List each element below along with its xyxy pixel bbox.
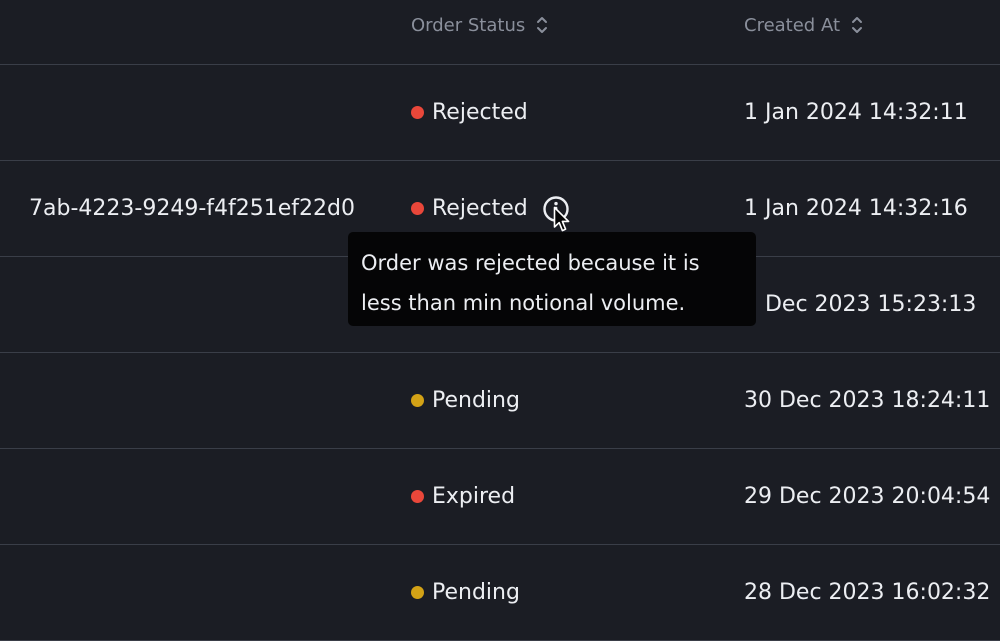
column-header-created-at-label: Created At (744, 14, 841, 36)
created-at-cell: 1 Jan 2024 14:32:11 (744, 100, 968, 125)
created-at-cell: 29 Dec 2023 20:04:54 (744, 484, 991, 509)
column-header-order-status[interactable]: Order Status (411, 12, 549, 38)
table-row[interactable]: Pending 28 Dec 2023 16:02:32 (0, 545, 1000, 641)
tooltip-line: less than min notional volume. (361, 291, 686, 315)
order-status-cell: Pending (411, 545, 520, 640)
status-label: Rejected (432, 196, 528, 221)
status-label: Pending (432, 580, 520, 605)
created-at-cell: 1 Jan 2024 14:32:16 (744, 196, 968, 221)
table-row[interactable]: Expired 29 Dec 2023 20:04:54 (0, 449, 1000, 545)
created-at-cell: 30 Dec 2023 18:24:11 (744, 388, 991, 413)
status-dot (411, 586, 424, 599)
orders-table: Order Status Created At Rejected 1 Jan 2… (0, 0, 1000, 641)
status-label: Expired (432, 484, 516, 509)
column-header-created-at[interactable]: Created At (744, 12, 864, 38)
column-header-order-status-label: Order Status (411, 14, 526, 36)
order-status-cell: Expired (411, 449, 515, 544)
table-row[interactable]: Pending 30 Dec 2023 18:24:11 (0, 353, 1000, 449)
sort-icon[interactable] (535, 14, 549, 36)
status-label: Rejected (432, 100, 528, 125)
status-dot (411, 490, 424, 503)
order-status-cell: Rejected (411, 65, 528, 160)
cursor-pointer-icon (553, 206, 570, 232)
status-label: Pending (432, 388, 520, 413)
status-dot (411, 394, 424, 407)
sort-icon[interactable] (850, 14, 864, 36)
created-at-cell: 1 Dec 2023 15:23:13 (744, 292, 977, 317)
status-dot (411, 202, 424, 215)
order-id-cell: 7ab-4223-9249-f4f251ef22d0 (29, 196, 355, 221)
rejection-reason-tooltip: Order was rejected because it is less th… (348, 232, 756, 326)
table-header: Order Status Created At (0, 0, 1000, 65)
table-row[interactable]: Rejected 1 Jan 2024 14:32:11 (0, 65, 1000, 161)
tooltip-line: Order was rejected because it is (361, 251, 700, 275)
status-dot (411, 106, 424, 119)
order-status-cell: Pending (411, 353, 520, 448)
created-at-cell: 28 Dec 2023 16:02:32 (744, 580, 991, 605)
